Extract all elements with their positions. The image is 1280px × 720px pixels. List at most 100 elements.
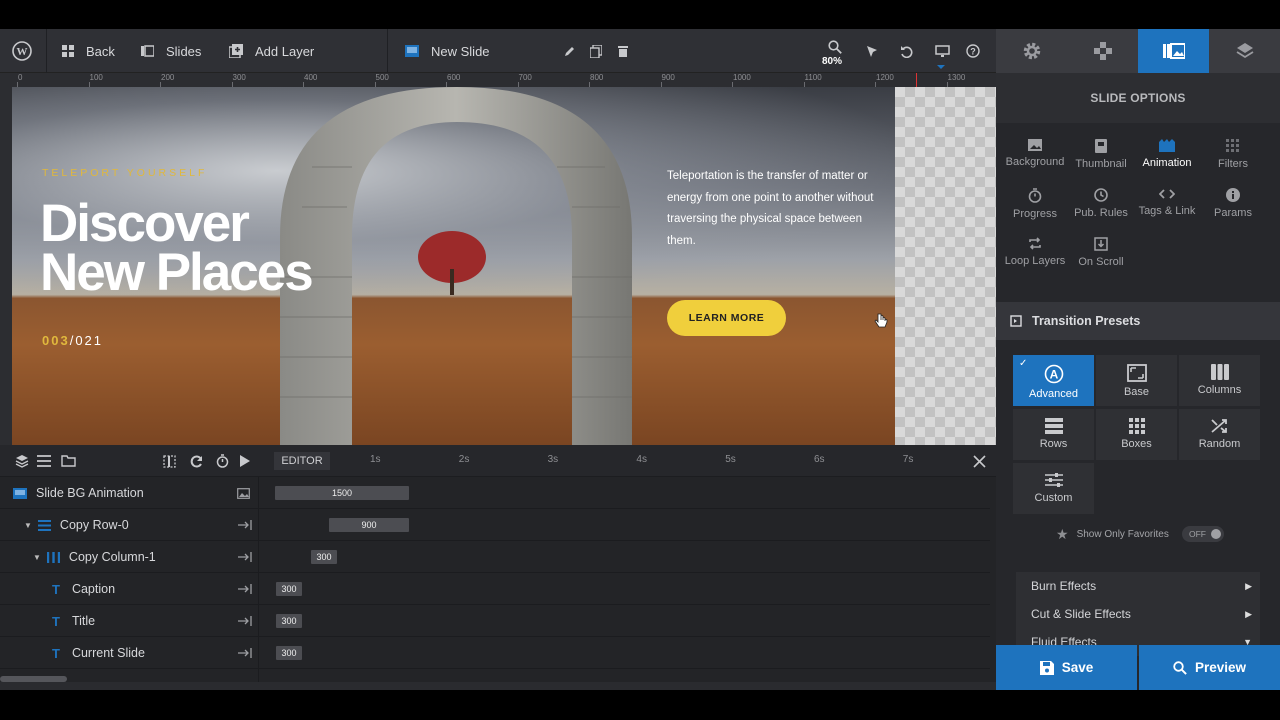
add-layer-button[interactable]: Add Layer <box>229 29 314 73</box>
timer-icon[interactable] <box>212 451 232 471</box>
timeline-bar[interactable]: 900 <box>329 518 409 532</box>
effect-category[interactable]: Cut & Slide Effects ▶ <box>1016 600 1260 628</box>
help-icon[interactable]: ? <box>963 41 983 61</box>
tab-settings[interactable] <box>996 29 1067 73</box>
timeline-row[interactable]: T Title 300 <box>0 605 990 637</box>
chevron-right-icon: ▶ <box>1245 608 1252 619</box>
wordpress-logo-button[interactable]: W <box>12 29 44 73</box>
save-button[interactable]: Save <box>996 645 1137 690</box>
effect-category[interactable]: Burn Effects ▶ <box>1016 572 1260 600</box>
timeline-bar[interactable]: 300 <box>276 614 302 628</box>
preset-advanced[interactable]: ✓ A Advanced <box>1013 355 1094 406</box>
learn-more-button[interactable]: LEARN MORE <box>667 300 786 336</box>
transition-presets-header[interactable]: Transition Presets <box>996 302 1280 340</box>
list-icon[interactable] <box>34 451 54 471</box>
pointer-icon[interactable] <box>862 41 882 61</box>
time-label: 3s <box>547 454 559 465</box>
text-layer-icon: T <box>52 613 60 629</box>
desktop-view-icon[interactable] <box>932 41 952 61</box>
tab-slide-options[interactable] <box>1138 29 1209 73</box>
undo-icon[interactable] <box>896 41 916 61</box>
option-thumbnail[interactable]: Thumbnail <box>1068 133 1134 177</box>
current-slide-selector[interactable]: New Slide <box>405 29 490 73</box>
option-filters[interactable]: Filters <box>1200 133 1266 177</box>
rewind-icon[interactable] <box>186 451 206 471</box>
timeline-row[interactable]: T Caption 300 <box>0 573 990 605</box>
ruler-marker <box>916 73 917 87</box>
panel-header: SLIDE OPTIONS <box>996 73 1280 123</box>
favorites-toggle[interactable]: OFF <box>1182 526 1224 542</box>
option-loop-layers[interactable]: Loop Layers <box>1002 231 1068 275</box>
play-icon[interactable] <box>235 451 255 471</box>
preset-random[interactable]: Random <box>1179 409 1260 460</box>
folder-icon[interactable] <box>58 451 78 471</box>
collapse-icon[interactable]: ▼ <box>33 553 41 562</box>
edit-icon[interactable] <box>560 41 580 61</box>
device-indicator <box>937 65 945 69</box>
option-on-scroll[interactable]: On Scroll <box>1068 231 1134 275</box>
timeline-bar[interactable]: 1500 <box>275 486 409 500</box>
preset-base[interactable]: Base <box>1096 355 1177 406</box>
select-area-icon[interactable] <box>159 451 179 471</box>
layers-icon[interactable] <box>12 451 32 471</box>
tab-navigation[interactable] <box>1067 29 1138 73</box>
timeline-bar[interactable]: 300 <box>276 582 302 596</box>
preset-custom[interactable]: Custom <box>1013 463 1094 514</box>
timeline-bar[interactable]: 300 <box>276 646 302 660</box>
slide-canvas[interactable]: TELEPORT YOURSELF Discover New Places 00… <box>12 87 996 445</box>
preset-label: Columns <box>1197 384 1242 396</box>
option-background[interactable]: Background <box>1002 133 1068 177</box>
option-label: Pub. Rules <box>1074 207 1128 219</box>
time-label: 7s <box>902 454 914 465</box>
timeline-scrollbar[interactable] <box>0 676 67 682</box>
duplicate-icon[interactable] <box>586 41 606 61</box>
slide-description[interactable]: Teleportation is the transfer of matter … <box>667 166 877 252</box>
timeline-divider[interactable] <box>258 477 259 682</box>
slides-button[interactable]: Slides <box>141 29 201 73</box>
ruler-label: 1000 <box>733 73 751 82</box>
ruler-label: 1100 <box>804 73 822 82</box>
option-tags-link[interactable]: Tags & Link <box>1134 182 1200 226</box>
back-button[interactable]: Back <box>62 29 115 73</box>
option-animation[interactable]: Animation <box>1134 133 1200 177</box>
timeline-row[interactable]: T Current Slide 300 <box>0 637 990 669</box>
preset-rows[interactable]: Rows <box>1013 409 1094 460</box>
zoom-level[interactable]: 80% <box>822 56 842 67</box>
timeline-bar[interactable]: 300 <box>311 550 337 564</box>
option-label: Params <box>1214 207 1252 219</box>
collapse-icon[interactable]: ▼ <box>24 521 32 530</box>
preset-label: Boxes <box>1121 438 1152 450</box>
rows-icon <box>1044 418 1063 434</box>
favorites-label: Show Only Favorites <box>1076 529 1169 540</box>
zoom-icon[interactable] <box>825 37 845 57</box>
slide-title[interactable]: Discover New Places <box>40 194 370 299</box>
preset-boxes[interactable]: Boxes <box>1096 409 1177 460</box>
preset-columns[interactable]: Columns <box>1179 355 1260 406</box>
star-icon[interactable]: ★ <box>1056 526 1069 543</box>
option-params[interactable]: Params <box>1200 182 1266 226</box>
preview-button[interactable]: Preview <box>1139 645 1280 690</box>
time-label: 5s <box>725 454 736 465</box>
slide-counter[interactable]: 003/021 <box>42 333 103 348</box>
clock-icon <box>1094 188 1108 202</box>
option-pub-rules[interactable]: Pub. Rules <box>1068 182 1134 226</box>
ruler-label: 200 <box>161 73 175 82</box>
title-line-1: Discover <box>40 194 250 253</box>
code-icon <box>1159 189 1175 199</box>
editor-tab[interactable]: EDITOR <box>274 452 330 470</box>
slide-icon <box>405 45 419 57</box>
timeline-row[interactable]: ▼ Copy Column-1 300 <box>0 541 990 573</box>
timeline-row[interactable]: ▼ Copy Row-0 900 <box>0 509 990 541</box>
slide-caption[interactable]: TELEPORT YOURSELF <box>42 167 207 179</box>
trash-icon[interactable] <box>613 41 633 61</box>
image-icon <box>1028 139 1042 151</box>
svg-text:W: W <box>17 46 28 58</box>
option-progress[interactable]: Progress <box>1002 182 1068 226</box>
close-icon[interactable] <box>969 451 989 471</box>
timeline-row[interactable]: Slide BG Animation 1500 <box>0 477 990 509</box>
show-favorites-row: ★ Show Only Favorites <box>1056 526 1169 543</box>
tab-layers[interactable] <box>1209 29 1280 73</box>
base-icon <box>1126 364 1147 382</box>
save-label: Save <box>1061 660 1094 675</box>
align-right-icon <box>238 520 252 530</box>
